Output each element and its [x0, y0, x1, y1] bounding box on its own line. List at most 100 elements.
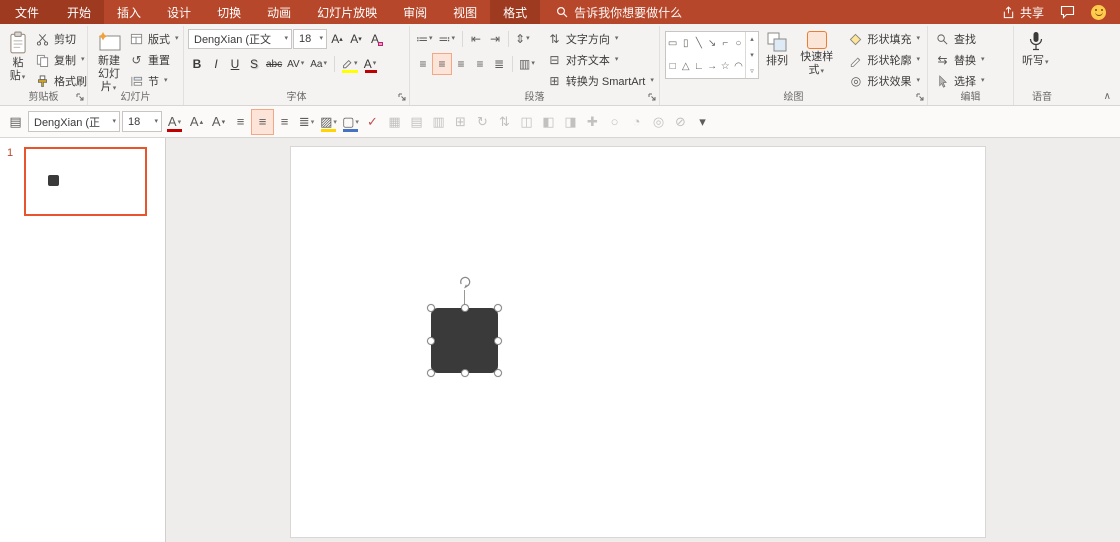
shape-gallery-item[interactable]: ↘: [708, 38, 716, 49]
justify-button[interactable]: ≡: [471, 54, 489, 74]
find-button[interactable]: 查找: [932, 29, 989, 49]
smiley-feedback-icon[interactable]: [1091, 5, 1106, 20]
align-right-icon[interactable]: ≡: [274, 110, 295, 134]
shape-fill-icon[interactable]: ▨▾: [318, 110, 339, 134]
decrease-font-size-button[interactable]: A▾: [347, 29, 365, 49]
font-color-icon[interactable]: A▾: [164, 110, 185, 134]
tab-home[interactable]: 开始: [54, 0, 104, 24]
bring-forward-icon[interactable]: ◧: [538, 110, 559, 134]
paste-button[interactable]: 粘贴▾: [4, 28, 32, 83]
increase-font-size-button[interactable]: A▴: [328, 29, 346, 49]
shape-gallery-item[interactable]: →: [707, 61, 717, 72]
shape-effects-button[interactable]: ◎ 形状效果 ▾: [845, 71, 924, 91]
select-button[interactable]: 选择 ▾: [932, 71, 989, 91]
bold-button[interactable]: B: [188, 54, 206, 74]
bullets-button[interactable]: ≔▾: [414, 29, 436, 49]
align-left-icon[interactable]: ≡: [230, 110, 251, 134]
strikethrough-button[interactable]: abc: [264, 54, 284, 74]
distribute-button[interactable]: ≣: [490, 54, 508, 74]
tell-me-search[interactable]: 告诉我你想要做什么: [556, 0, 682, 24]
shape-gallery-item[interactable]: ○: [735, 38, 741, 49]
tab-animations[interactable]: 动画: [254, 0, 304, 24]
resize-handle-e[interactable]: [494, 337, 502, 345]
cut-button[interactable]: 剪切: [32, 29, 90, 49]
shape-gallery-item[interactable]: ▯: [683, 38, 689, 49]
pie-shape-icon[interactable]: ◔: [626, 110, 647, 134]
share-button[interactable]: 共享: [1002, 4, 1044, 21]
shape-gallery-item[interactable]: ⌐: [722, 38, 728, 49]
tab-review[interactable]: 审阅: [390, 0, 440, 24]
decrease-font-size-icon[interactable]: A▾: [208, 110, 229, 134]
insert-table-icon[interactable]: ▦: [384, 110, 405, 134]
feedback-comment-icon[interactable]: [1060, 5, 1075, 19]
align-objects-icon[interactable]: ⊞: [450, 110, 471, 134]
quick-font-name-combo[interactable]: DengXian (正 ▾: [28, 111, 120, 132]
align-right-button[interactable]: ≡: [452, 54, 470, 74]
gallery-more-icon[interactable]: ▿: [750, 67, 754, 75]
font-name-combo[interactable]: DengXian (正文 ▾: [188, 29, 292, 49]
resize-handle-nw[interactable]: [427, 304, 435, 312]
tab-insert[interactable]: 插入: [104, 0, 154, 24]
align-center-icon[interactable]: ≡: [252, 110, 273, 134]
gallery-down-icon[interactable]: ▾: [750, 51, 754, 59]
oval-shape-icon[interactable]: ○: [604, 110, 625, 134]
shape-gallery-item[interactable]: □: [670, 61, 676, 72]
distribute-rows-icon[interactable]: ▤: [406, 110, 427, 134]
more-tools-icon[interactable]: ▾: [692, 110, 713, 134]
shape-gallery-item[interactable]: ∟: [694, 61, 704, 72]
arrange-button[interactable]: 排列: [762, 28, 792, 68]
clipboard-dialog-launcher-icon[interactable]: [75, 92, 85, 102]
slide-canvas[interactable]: [290, 146, 986, 538]
align-text-button[interactable]: ⊟ 对齐文本 ▾: [544, 50, 658, 70]
shape-outline-icon[interactable]: ▢▾: [340, 110, 361, 134]
drawing-dialog-launcher-icon[interactable]: [915, 92, 925, 102]
shape-gallery-item[interactable]: ╲: [696, 38, 702, 49]
slide-thumbnail[interactable]: [24, 147, 147, 216]
donut-shape-icon[interactable]: ◎: [648, 110, 669, 134]
tab-transitions[interactable]: 切换: [204, 0, 254, 24]
dictate-button[interactable]: 听写▾: [1018, 28, 1054, 68]
resize-handle-sw[interactable]: [427, 369, 435, 377]
selected-shape[interactable]: [431, 308, 498, 373]
italic-button[interactable]: I: [207, 54, 225, 74]
resize-handle-w[interactable]: [427, 337, 435, 345]
text-highlight-button[interactable]: ▾: [339, 54, 361, 74]
rotate-handle[interactable]: [458, 275, 472, 289]
shape-gallery-item[interactable]: ◠: [734, 61, 743, 72]
text-shadow-button[interactable]: S: [245, 54, 263, 74]
change-case-button[interactable]: Aa▾: [308, 54, 330, 74]
quick-styles-button[interactable]: 快速样式▾: [792, 28, 841, 77]
rotate-object-icon[interactable]: ↻: [472, 110, 493, 134]
format-painter-button[interactable]: 格式刷: [32, 71, 90, 91]
resize-handle-se[interactable]: [494, 369, 502, 377]
quick-font-size-combo[interactable]: 18 ▾: [122, 111, 162, 132]
text-direction-button[interactable]: ⇅ 文字方向 ▾: [544, 29, 658, 49]
section-button[interactable]: 节 ▾: [126, 71, 183, 91]
line-spacing-icon[interactable]: ≣▾: [296, 110, 317, 134]
style-check-icon[interactable]: ✓: [362, 110, 383, 134]
numbering-button[interactable]: ≕▾: [437, 29, 459, 49]
shape-gallery-item[interactable]: △: [682, 61, 690, 72]
character-spacing-button[interactable]: AV▾: [285, 54, 307, 74]
increase-indent-button[interactable]: ⇥: [486, 29, 504, 49]
resize-handle-ne[interactable]: [494, 304, 502, 312]
layout-button[interactable]: 版式 ▾: [126, 29, 183, 49]
group-objects-icon[interactable]: ◫: [516, 110, 537, 134]
flip-vertical-icon[interactable]: ⇅: [494, 110, 515, 134]
tab-slideshow[interactable]: 幻灯片放映: [304, 0, 390, 24]
shape-outline-button[interactable]: 形状轮廓 ▾: [845, 50, 924, 70]
shape-gallery-item[interactable]: ▭: [668, 38, 677, 49]
increase-font-size-icon[interactable]: A▴: [186, 110, 207, 134]
columns-button[interactable]: ▥▾: [517, 54, 538, 74]
distribute-columns-icon[interactable]: ▥: [428, 110, 449, 134]
gallery-up-icon[interactable]: ▴: [750, 35, 754, 43]
tab-design[interactable]: 设计: [154, 0, 204, 24]
reset-button[interactable]: ↺ 重置: [126, 50, 183, 70]
underline-button[interactable]: U: [226, 54, 244, 74]
paragraph-dialog-launcher-icon[interactable]: [647, 92, 657, 102]
resize-handle-n[interactable]: [461, 304, 469, 312]
line-spacing-button[interactable]: ⇕▾: [513, 29, 533, 49]
font-size-combo[interactable]: 18 ▾: [293, 29, 327, 49]
tab-format[interactable]: 格式: [490, 0, 540, 24]
font-dialog-launcher-icon[interactable]: [397, 92, 407, 102]
